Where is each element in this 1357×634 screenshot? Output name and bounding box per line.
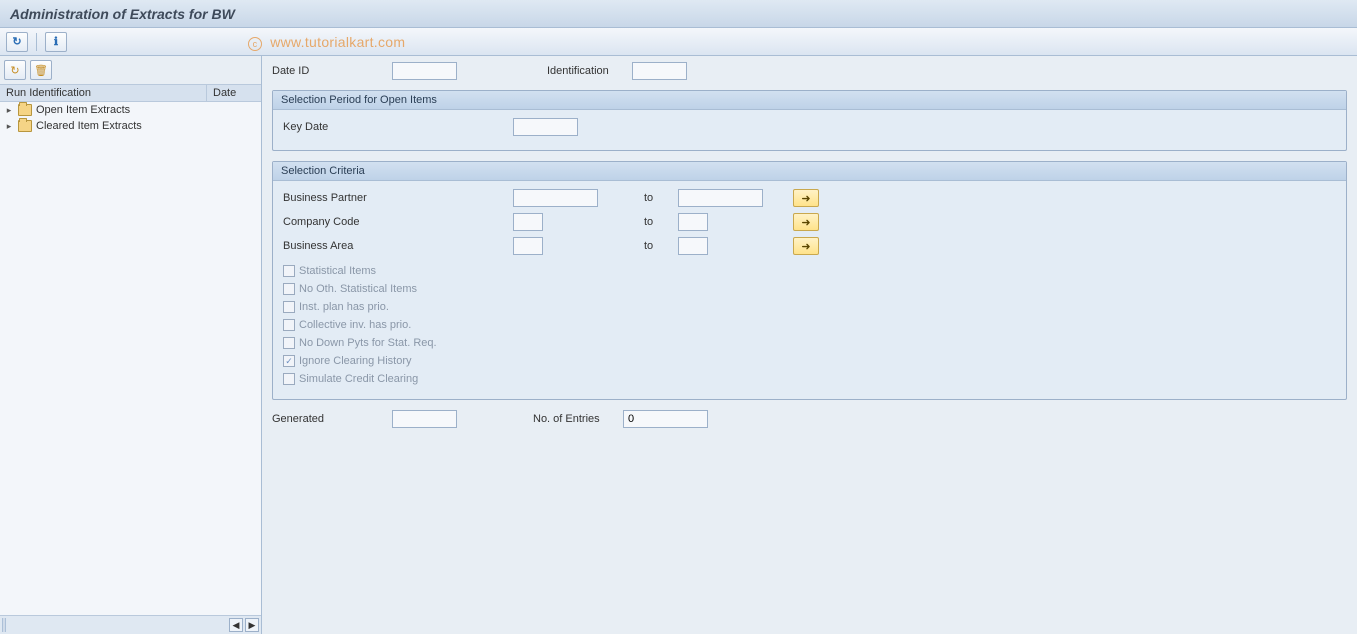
generated-label: Generated	[272, 413, 392, 425]
checkbox-icon	[283, 301, 295, 313]
dateid-row: Date ID Identification	[272, 62, 1347, 80]
ba-multiselect-button[interactable]: ➜	[793, 237, 819, 255]
bp-to-label: to	[638, 192, 678, 204]
dateid-label: Date ID	[272, 65, 392, 77]
execute-button[interactable]: ↻	[6, 32, 28, 52]
entries-label: No. of Entries	[533, 413, 623, 425]
title-bar: Administration of Extracts for BW	[0, 0, 1357, 28]
bp-to-input[interactable]	[678, 189, 763, 207]
keydate-row: Key Date	[283, 118, 1336, 136]
ba-to-input[interactable]	[678, 237, 708, 255]
cc-to-input[interactable]	[678, 213, 708, 231]
generated-input[interactable]	[392, 410, 457, 428]
tree-item-cleared[interactable]: ▸ Cleared Item Extracts	[0, 118, 261, 134]
cb-ignore-clearing: ✓ Ignore Clearing History	[283, 355, 1336, 367]
page-title: Administration of Extracts for BW	[10, 6, 235, 22]
toolbar-separator	[36, 33, 37, 51]
cb-label: Collective inv. has prio.	[299, 319, 411, 331]
info-button[interactable]: ℹ	[45, 32, 67, 52]
info-icon: ℹ	[54, 35, 58, 48]
execute-icon: ↻	[12, 35, 21, 48]
cb-inst-plan: Inst. plan has prio.	[283, 301, 1336, 313]
identification-label: Identification	[547, 65, 632, 77]
app-toolbar: ↻ ℹ	[0, 28, 1357, 56]
cc-label: Company Code	[283, 216, 513, 228]
footer-row: Generated No. of Entries	[272, 410, 1347, 428]
scroll-right-button[interactable]: ▶	[245, 618, 259, 632]
splitter-handle[interactable]	[2, 618, 6, 632]
checkbox-icon	[283, 319, 295, 331]
cb-label: No Down Pyts for Stat. Req.	[299, 337, 437, 349]
tree-footer: ◀ ▶	[0, 615, 261, 634]
ba-from-input[interactable]	[513, 237, 543, 255]
cb-label: No Oth. Statistical Items	[299, 283, 417, 295]
group-criteria-title: Selection Criteria	[273, 162, 1346, 181]
tree-item-open[interactable]: ▸ Open Item Extracts	[0, 102, 261, 118]
cb-label: Simulate Credit Clearing	[299, 373, 418, 385]
checkbox-list: Statistical Items No Oth. Statistical It…	[283, 265, 1336, 385]
tree-body: ▸ Open Item Extracts ▸ Cleared Item Extr…	[0, 102, 261, 634]
folder-icon	[18, 120, 32, 132]
bp-row: Business Partner to ➜	[283, 189, 1336, 207]
keydate-label: Key Date	[283, 121, 513, 133]
cb-label: Ignore Clearing History	[299, 355, 412, 367]
bp-from-input[interactable]	[513, 189, 598, 207]
folder-icon	[18, 104, 32, 116]
ba-to-label: to	[638, 240, 678, 252]
tree-header: Run Identification Date	[0, 84, 261, 102]
tree-item-label: Open Item Extracts	[36, 104, 257, 116]
ba-row: Business Area to ➜	[283, 237, 1336, 255]
left-toolbar: ↻ 🗑	[0, 56, 261, 84]
bp-multiselect-button[interactable]: ➜	[793, 189, 819, 207]
refresh-icon: ↻	[10, 64, 19, 77]
group-selection-period: Selection Period for Open Items Key Date	[272, 90, 1347, 151]
group-selection-criteria: Selection Criteria Business Partner to ➜…	[272, 161, 1347, 400]
checkbox-icon	[283, 373, 295, 385]
entries-input[interactable]	[623, 410, 708, 428]
arrow-right-icon: ➜	[801, 240, 810, 253]
cb-collective-inv: Collective inv. has prio.	[283, 319, 1336, 331]
checkbox-checked-icon: ✓	[283, 355, 295, 367]
right-panel: Date ID Identification Selection Period …	[262, 56, 1357, 634]
cc-from-input[interactable]	[513, 213, 543, 231]
cb-no-oth-stat: No Oth. Statistical Items	[283, 283, 1336, 295]
refresh-tree-button[interactable]: ↻	[4, 60, 26, 80]
delete-button[interactable]: 🗑	[30, 60, 52, 80]
checkbox-icon	[283, 283, 295, 295]
cb-no-down-pyts: No Down Pyts for Stat. Req.	[283, 337, 1336, 349]
tree-header-run: Run Identification	[0, 85, 207, 101]
cb-simulate-credit: Simulate Credit Clearing	[283, 373, 1336, 385]
tree-item-label: Cleared Item Extracts	[36, 120, 257, 132]
cb-label: Inst. plan has prio.	[299, 301, 389, 313]
group-period-title: Selection Period for Open Items	[273, 91, 1346, 110]
identification-input[interactable]	[632, 62, 687, 80]
expand-icon[interactable]: ▸	[4, 105, 14, 116]
cc-multiselect-button[interactable]: ➜	[793, 213, 819, 231]
ba-label: Business Area	[283, 240, 513, 252]
keydate-input[interactable]	[513, 118, 578, 136]
main-layout: ↻ 🗑 Run Identification Date ▸ Open Item …	[0, 56, 1357, 634]
left-panel: ↻ 🗑 Run Identification Date ▸ Open Item …	[0, 56, 262, 634]
cb-label: Statistical Items	[299, 265, 376, 277]
arrow-right-icon: ➜	[801, 192, 810, 205]
bp-label: Business Partner	[283, 192, 513, 204]
trash-icon: 🗑	[34, 64, 48, 77]
expand-icon[interactable]: ▸	[4, 121, 14, 132]
arrow-right-icon: ➜	[801, 216, 810, 229]
dateid-input[interactable]	[392, 62, 457, 80]
cb-stat-items: Statistical Items	[283, 265, 1336, 277]
tree-header-date: Date	[207, 85, 261, 101]
checkbox-icon	[283, 337, 295, 349]
cc-to-label: to	[638, 216, 678, 228]
checkbox-icon	[283, 265, 295, 277]
scroll-left-button[interactable]: ◀	[229, 618, 243, 632]
cc-row: Company Code to ➜	[283, 213, 1336, 231]
